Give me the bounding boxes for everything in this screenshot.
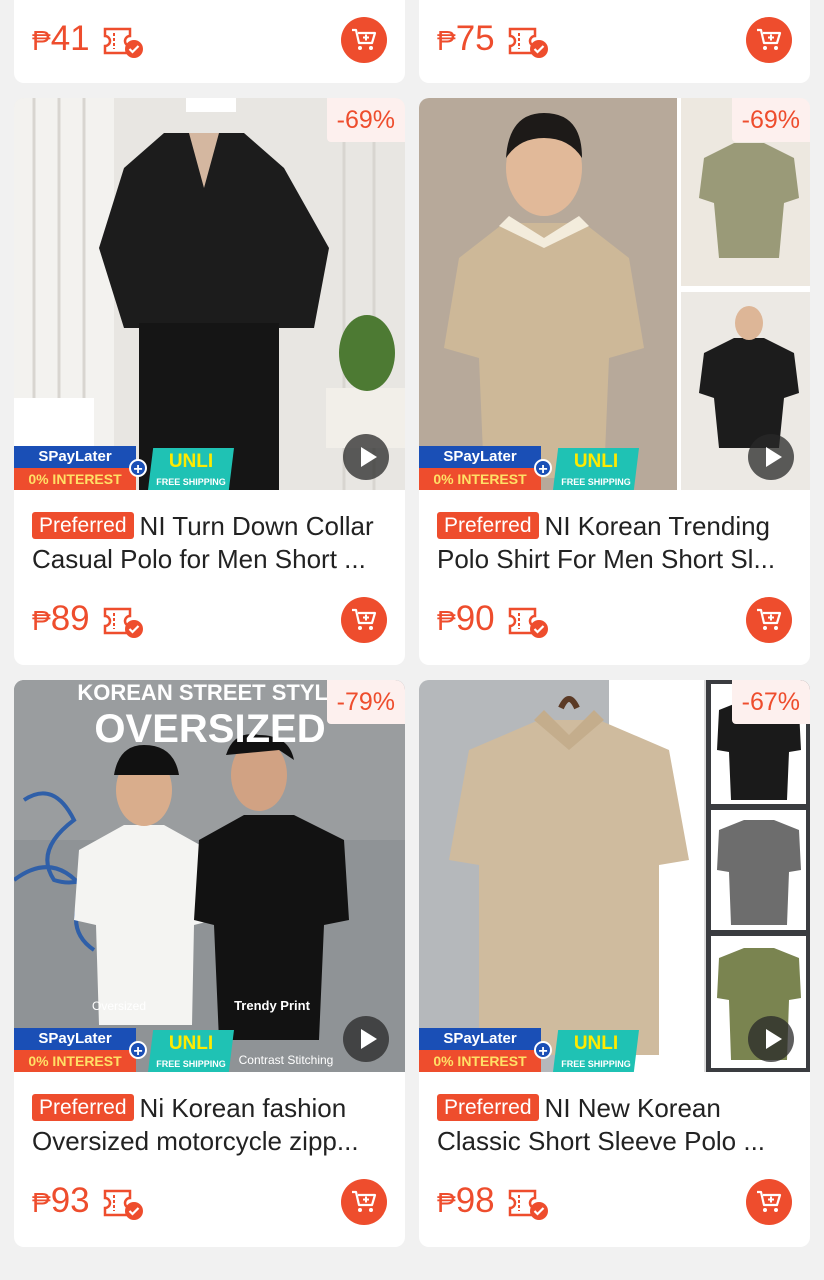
product-price: ₱98: [437, 1181, 495, 1220]
preferred-badge: Preferred: [437, 512, 539, 539]
product-price: ₱75: [437, 19, 495, 58]
voucher-icon: [508, 27, 548, 58]
product-image[interactable]: -69% SPayLater 0% INTEREST + UNLI FREE SHIP…: [14, 98, 405, 490]
play-video-icon[interactable]: [343, 434, 389, 480]
preferred-badge: Preferred: [437, 1094, 539, 1121]
product-title: Preferred NI Turn Down Collar Casual Polo…: [32, 511, 374, 574]
cart-icon: [757, 28, 782, 50]
voucher-icon: [103, 607, 143, 638]
play-video-icon[interactable]: [748, 1016, 794, 1062]
image-headline-2: OVERSIZED: [94, 707, 325, 751]
image-tag-trendy-print: Trendy Print: [234, 998, 311, 1013]
cart-icon: [352, 1190, 377, 1212]
product-price: ₱93: [32, 1181, 90, 1220]
add-to-cart-button[interactable]: [746, 17, 792, 63]
discount-badge: -67%: [731, 680, 810, 724]
product-image[interactable]: -67% SPayLater 0% INTEREST + UNLI FREE SHIP…: [419, 680, 810, 1072]
image-tag-stitching: Contrast Stitching: [239, 1053, 334, 1067]
product-title: Preferred NI New Korean Classic Short Sle…: [437, 1093, 766, 1156]
promo-banner: SPayLater 0% INTEREST + UNLI FREE SHIPPING: [419, 446, 639, 490]
preferred-badge: Preferred: [32, 1094, 134, 1121]
voucher-icon: [508, 1189, 548, 1220]
cart-icon: [352, 28, 377, 50]
play-video-icon[interactable]: [343, 1016, 389, 1062]
product-card[interactable]: -69% SPayLater 0% INTEREST + UNLI FREE SHIP…: [14, 98, 405, 665]
cart-icon: [757, 608, 782, 630]
voucher-icon: [103, 27, 143, 58]
add-to-cart-button[interactable]: [341, 17, 387, 63]
discount-badge: -69%: [731, 98, 810, 142]
add-to-cart-button[interactable]: [341, 597, 387, 643]
product-price: ₱89: [32, 599, 90, 638]
product-image[interactable]: -69% SPayLater 0% INTEREST + UNLI FREE SHIP…: [419, 98, 810, 490]
voucher-icon: [103, 1189, 143, 1220]
product-title: Preferred Ni Korean fashion Oversized mot…: [32, 1093, 359, 1156]
product-price: ₱90: [437, 599, 495, 638]
promo-banner: SPayLater 0% INTEREST + UNLI FREE SHIPPING: [14, 1028, 234, 1072]
preferred-badge: Preferred: [32, 512, 134, 539]
product-price: ₱41: [32, 19, 90, 58]
product-title: Preferred NI Korean Trending Polo Shirt F…: [437, 511, 776, 574]
voucher-icon: [508, 607, 548, 638]
add-to-cart-button[interactable]: [341, 1179, 387, 1225]
play-video-icon[interactable]: [748, 434, 794, 480]
product-card[interactable]: KOREAN STREET STYLE OVERSIZED Oversized …: [14, 680, 405, 1247]
add-to-cart-button[interactable]: [746, 1179, 792, 1225]
discount-badge: -79%: [326, 680, 405, 724]
product-image[interactable]: KOREAN STREET STYLE OVERSIZED Oversized …: [14, 680, 405, 1072]
cart-icon: [757, 1190, 782, 1212]
promo-banner: SPayLater 0% INTEREST + UNLI FREE SHIPPING: [419, 1028, 639, 1072]
product-card-top-1[interactable]: ₱75: [419, 0, 810, 83]
product-card[interactable]: -69% SPayLater 0% INTEREST + UNLI FREE SHIP…: [419, 98, 810, 665]
product-card[interactable]: -67% SPayLater 0% INTEREST + UNLI FREE SHIP…: [419, 680, 810, 1247]
cart-icon: [352, 608, 377, 630]
promo-banner: SPayLater 0% INTEREST + UNLI FREE SHIPPING: [14, 446, 234, 490]
add-to-cart-button[interactable]: [746, 597, 792, 643]
image-tag-oversized: Oversized: [92, 999, 146, 1013]
image-headline-1: KOREAN STREET STYLE: [77, 680, 342, 705]
discount-badge: -69%: [326, 98, 405, 142]
product-card-top-0[interactable]: ₱41: [14, 0, 405, 83]
